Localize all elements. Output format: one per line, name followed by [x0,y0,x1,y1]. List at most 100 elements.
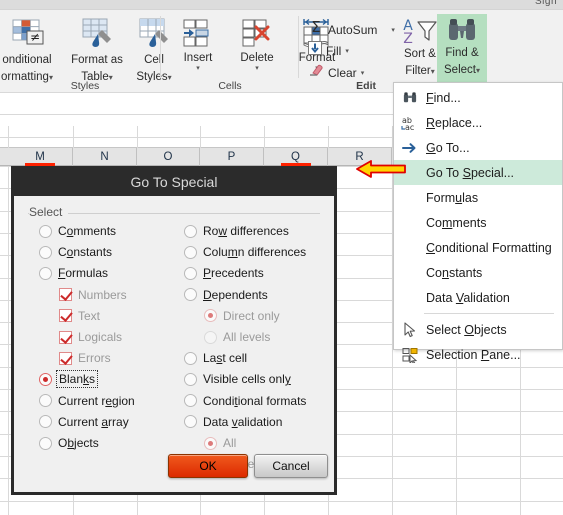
select-option-column-differences[interactable]: Column differences [184,245,306,259]
select-option-current-region[interactable]: Current region [39,394,135,408]
menu-item-go-to[interactable]: Go To... [394,135,562,160]
svg-text:ac: ac [405,123,414,131]
find-select-dropdown-menu[interactable]: Find... ab ac Replace... Go To... Go To Speci… [393,82,563,363]
radio-visible-cells-only[interactable] [184,372,197,386]
fill-label: Fill [326,43,342,58]
checkbox-text [59,309,72,323]
cell-styles-icon [134,16,174,52]
svg-text:Z: Z [403,31,413,46]
menu-item-comments[interactable]: Comments [394,210,562,235]
radio-conditional-formats[interactable] [184,394,197,408]
radio-row-differences[interactable] [184,224,197,238]
radio-constants[interactable] [39,245,52,259]
autosum-button[interactable]: Σ AutoSum ▾ [308,18,395,40]
column-header-o[interactable]: O [137,148,200,166]
select-option-visible-cells-only[interactable]: Visible cells only [184,372,291,386]
checkbox-errors [59,351,72,365]
radio-formulas[interactable] [39,266,52,280]
select-option-row-differences[interactable]: Row differences [184,224,289,238]
insert-cells-label: Insert [183,52,213,64]
grid-line-vertical [8,166,9,515]
radio-objects[interactable] [39,436,52,450]
chevron-down-icon[interactable]: ▾ [172,65,224,73]
select-option-precedents[interactable]: Precedents [184,266,264,280]
select-option-label: Dependents [203,287,268,302]
menu-item-select-objects[interactable]: Select Objects [394,317,562,342]
select-option-label: Visible cells only [203,372,291,387]
select-option-label: Objects [58,436,99,450]
select-option-blanks[interactable]: Blanks [39,370,99,389]
select-option-last-cell[interactable]: Last cell [184,351,247,365]
menu-item-formulas[interactable]: Formulas [394,185,562,210]
radio-last-cell[interactable] [184,351,197,365]
menu-item-selection-pane[interactable]: Selection Pane... [394,342,562,367]
menu-item-label: Selection Pane... [426,347,521,362]
column-header-label: M [35,151,45,163]
select-option-all-levels: All levels [204,330,270,344]
menu-item-find[interactable]: Find... [394,85,562,110]
radio-current-array[interactable] [39,415,52,429]
radio-data-validation[interactable] [184,415,197,429]
group-separator [160,16,161,78]
radio-column-differences[interactable] [184,245,197,259]
grid-line-vertical [200,126,201,148]
radio-all-levels [204,330,217,344]
select-option-numbers: Numbers [59,288,127,302]
checkbox-logicals [59,330,72,344]
ribbon-body: ≠ onditional ormatting▾ Format as Table▾ [0,9,563,92]
select-option-formulas[interactable]: Formulas [39,266,108,280]
fill-down-icon [308,41,322,60]
menu-item-data-validation[interactable]: Data Validation [394,285,562,310]
column-header-label: Q [291,151,300,163]
sort-filter-label-line2: Filter [405,65,431,77]
menu-item-go-to-special[interactable]: Go To Special... [394,160,562,185]
dialog-body: Select Comments Constants Formulas Numbers T… [14,196,334,492]
menu-item-constants[interactable]: Constants [394,260,562,285]
column-header-label: P [227,151,236,163]
selection-pane-icon [401,347,419,363]
select-option-conditional-formats[interactable]: Conditional formats [184,394,306,408]
find-select-button[interactable]: Find & Select▾ [437,14,487,82]
column-header-p[interactable]: P [200,148,264,166]
grid-line-vertical [328,126,329,148]
select-option-data-validation[interactable]: Data validation [184,415,282,429]
menu-item-label: Replace... [426,115,483,130]
select-option-objects[interactable]: Objects [39,436,99,450]
radio-dependents[interactable] [184,288,197,302]
radio-current-region[interactable] [39,394,52,408]
binoculars-icon [401,90,419,106]
delete-cells-button[interactable]: Delete ▾ [229,16,285,73]
radio-precedents[interactable] [184,266,197,280]
radio-comments[interactable] [39,224,52,238]
chevron-down-icon[interactable]: ▾ [476,66,480,75]
annotation-arrow [355,158,407,180]
chevron-down-icon[interactable]: ▾ [391,26,395,34]
ok-button[interactable]: OK [168,454,248,478]
chevron-down-icon[interactable]: ▾ [229,65,285,73]
fill-button[interactable]: Fill ▾ [308,41,349,60]
clear-label: Clear [328,65,357,80]
select-option-comments[interactable]: Comments [39,224,116,238]
menu-item-conditional-formatting[interactable]: Conditional Formatting [394,235,562,260]
select-option-dependents[interactable]: Dependents [184,288,268,302]
grid-line-vertical [73,126,74,148]
sigma-icon: Σ [308,18,324,40]
chevron-down-icon[interactable]: ▾ [345,47,349,55]
chevron-down-icon[interactable]: ▾ [361,69,365,77]
select-option-constants[interactable]: Constants [39,245,112,259]
select-option-current-array[interactable]: Current array [39,415,129,429]
column-header-q[interactable]: Q [264,148,328,166]
svg-text:≠: ≠ [30,30,40,44]
chevron-down-icon[interactable]: ▾ [431,67,435,76]
radio-blanks[interactable] [39,372,52,386]
column-header-n[interactable]: N [73,148,137,166]
menu-item-label: Constants [426,265,483,280]
select-option-label: Data validation [203,414,283,429]
ribbon: Sign ≠ onditional ormatting▾ Format as T… [0,0,563,92]
cancel-button[interactable]: Cancel [254,454,328,478]
insert-cells-button[interactable]: Insert ▾ [172,16,224,73]
menu-item-replace[interactable]: ab ac Replace... [394,110,562,135]
select-option-label: Blanks [55,370,99,389]
select-option-label: Current region [58,393,135,408]
column-header-m[interactable]: M [8,148,73,166]
